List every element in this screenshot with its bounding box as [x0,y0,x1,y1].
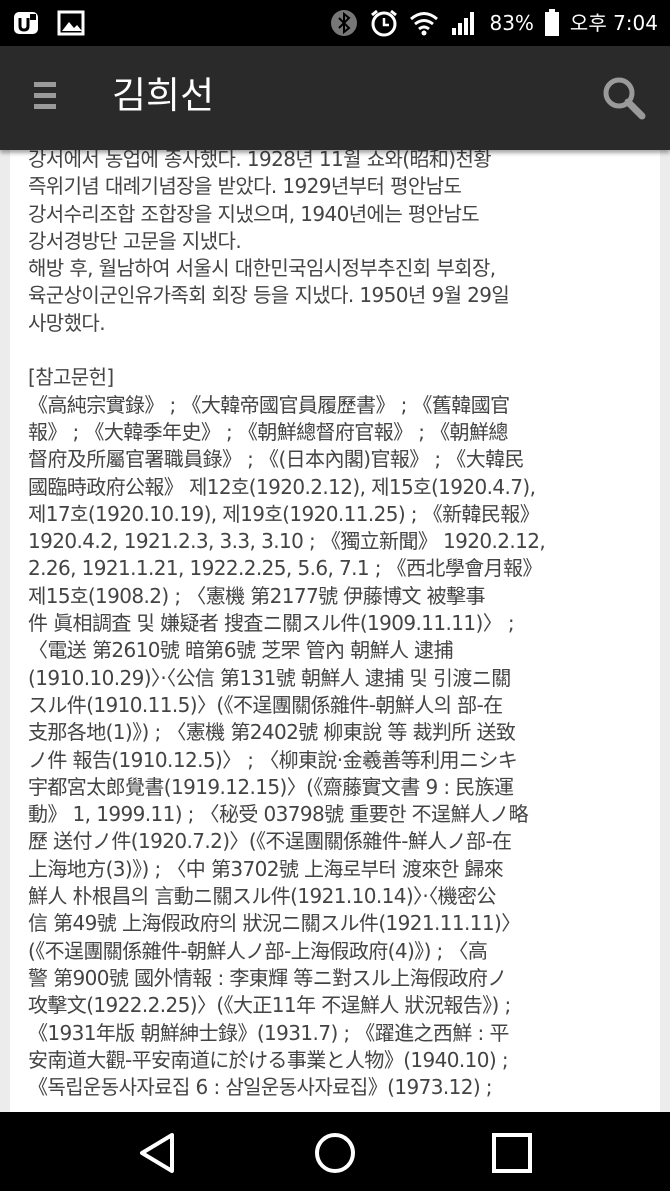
navigation-bar [0,1112,670,1191]
article-content[interactable]: 강서에서 농업에 종사했다. 1928년 11월 쇼와(昭和)천황 즉위기념 대… [10,150,660,1112]
reference-line: ノ件 報告(1910.12.5)〉 ; 〈柳東說·金羲善等利用ニシキ [28,747,518,772]
reference-line: (1910.10.29)〉·〈公信 第131號 朝鮮人 逮捕 및 引渡ニ關 [28,665,511,690]
app-bar: 김희선 [0,46,670,150]
recents-icon[interactable] [489,1130,535,1176]
reference-line: 件 眞相調査 및 嫌疑者 搜査ニ關スル件(1909.11.11)〉 ; [28,611,515,636]
reference-line: スル件(1910.11.5)〉(《不逞團關係雜件-朝鮮人의 部-在 [28,692,503,717]
menu-icon[interactable] [34,82,58,112]
status-bar: 83% 오후 7:04 [0,0,670,46]
search-icon[interactable] [600,74,648,122]
status-time: 오후 7:04 [569,11,658,35]
reference-line: 警 第900號 國外情報 : 李東輝 等ニ對スル上海假政府ノ [28,965,507,990]
reference-line: 2.26, 1921.1.21, 1922.2.25, 5.6, 7.1 ; 《… [28,556,542,581]
image-icon [57,10,85,36]
reference-line: 《高純宗實錄》 ; 《大韓帝國官員履歷書》 ; 《舊韓國官 [28,392,510,417]
bluetooth-icon [331,10,358,36]
reference-line: 歷 送付ノ件(1920.7.2)〉(《不逞團關係雜件-鮮人ノ部-在 [28,829,512,854]
bio-line: 사망했다. [28,310,106,335]
bio-line: 강서에서 농업에 종사했다. 1928년 11월 쇼와(昭和)천황 [28,150,492,171]
reference-line: 宇都宮太郎覺書(1919.12.15)〉(《齋藤實文書 9 : 民族運 [28,774,514,799]
bio-line: 강서수리조합 조합장을 지냈으며, 1940년에는 평안남도 [28,201,480,226]
battery-icon [544,9,559,36]
reference-line: 督府及所屬官署職員錄》 ; 《(日本內閣)官報》 ; 《大韓民 [28,447,525,472]
reference-line: 1920.4.2, 1921.2.3, 3.3, 3.10 ; 《獨立新聞》 1… [28,529,546,554]
back-icon[interactable] [134,1130,180,1176]
reference-line: 上海地方(3)》) ; 〈中 第3702號 上海로부터 渡來한 歸來 [28,856,504,881]
reference-line: 信 第49號 上海假政府의 狀況ニ關スル件(1921.11.11)〉 [28,911,521,936]
reference-line: 國臨時政府公報》 제12호(1920.2.12), 제15호(1920.4.7)… [28,474,536,499]
reference-line: 《독립운동사자료집 6 : 삼일운동사자료집》(1973.12) ; [28,1075,493,1100]
app-notification-icon [14,12,38,34]
reference-line: 動》 1, 1999.11) ; 〈秘受 03798號 重要한 不逞鮮人ノ略 [28,802,529,827]
references-heading: [참고문헌] [28,365,114,390]
reference-line: 《1931年版 朝鮮紳士錄》(1931.7) ; 《躍進之西鮮 : 平 [28,1020,509,1045]
reference-line: 支那各地(1)》) ; 〈憲機 第2402號 柳東說 等 裁判所 送致 [28,720,516,745]
reference-line: 제17호(1920.10.19), 제19호(1920.11.25) ; 《新韓… [28,501,540,526]
reference-line: (《不逞團關係雜件-朝鮮人ノ部-上海假政府(4)》) ; 〈高 [28,938,488,963]
reference-line: 〈電送 第2610號 暗第6號 芝罘 管內 朝鮮人 逮捕 [28,638,454,663]
bio-line: 강서경방단 고문을 지냈다. [28,228,242,253]
reference-line: 鮮人 朴根昌의 言動ニ關スル件(1921.10.14)〉·〈機密公 [28,884,496,909]
battery-percent: 83% [489,11,534,35]
bio-line: 육군상이군인유가족회 회장 등을 지냈다. 1950년 9월 29일 [28,283,510,308]
bio-line: 해방 후, 월남하여 서울시 대한민국임시정부추진회 부회장, [28,256,496,281]
reference-line: 安南道大觀-平安南道に於ける事業と人物》(1940.10) ; [28,1047,509,1072]
page-title: 김희선 [112,74,215,117]
wifi-icon [410,12,439,36]
signal-icon [452,12,475,35]
article-text: 강서에서 농업에 종사했다. 1928년 11월 쇼와(昭和)천황 즉위기념 대… [28,150,628,1101]
reference-line: 제15호(1908.2) ; 〈憲機 第2177號 伊藤博文 被擊事 [28,583,485,608]
home-icon[interactable] [312,1130,358,1176]
alarm-icon [371,9,398,37]
bio-line: 즉위기념 대례기념장을 받았다. 1929년부터 평안남도 [28,174,462,199]
reference-line: 報》 ; 《大韓季年史》 ; 《朝鮮總督府官報》 ; 《朝鮮總 [28,419,508,444]
reference-line: 攻擊文(1922.2.25)〉(《大正11年 不逞鮮人 狀況報告》) ; [28,993,511,1018]
